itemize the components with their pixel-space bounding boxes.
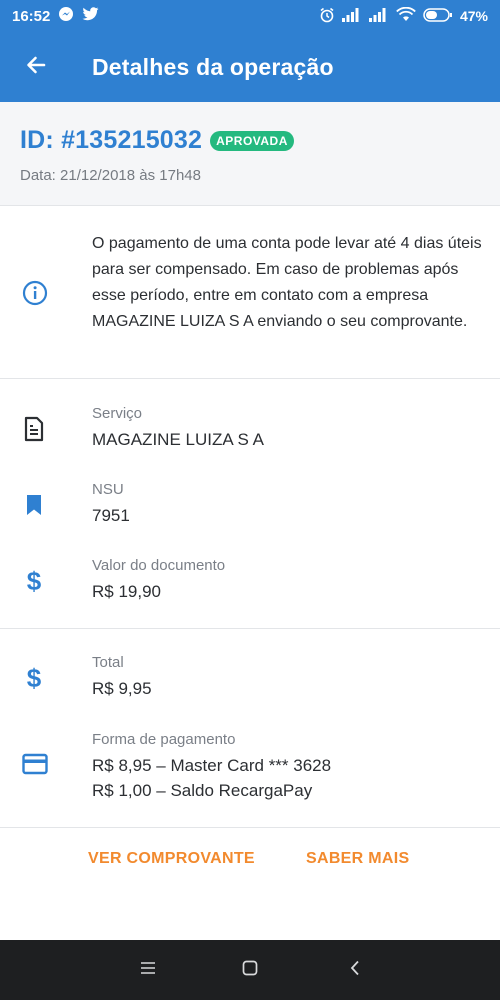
signal-icon [341,7,362,25]
messenger-icon [58,6,74,26]
id-row: ID: #135215032 APROVADA [20,126,480,155]
status-bar: 16:52 47% [0,0,500,32]
payment-line-2: R$ 1,00 – Saldo RecargaPay [92,781,313,800]
arrow-left-icon [24,53,48,82]
svg-text:$: $ [27,664,42,692]
square-icon [242,960,258,981]
divider [0,628,500,629]
menu-button[interactable] [136,958,160,982]
page-title: Detalhes da operação [92,53,334,80]
receipt-icon [22,416,46,447]
document-value: R$ 19,90 [92,582,161,601]
payment-label: Forma de pagamento [92,731,236,748]
system-nav-bar [0,940,500,1000]
status-right: 47% [319,6,488,26]
info-notice: O pagamento de uma conta pode levar até … [0,206,500,379]
dollar-icon: $ [24,663,44,697]
operation-header: ID: #135215032 APROVADA Data: 21/12/2018… [0,102,500,206]
service-label: Serviço [92,405,143,422]
menu-icon [140,961,156,980]
home-button[interactable] [238,958,262,982]
dollar-icon: $ [24,566,44,600]
battery-percent: 47% [459,8,488,24]
alarm-icon [319,7,335,26]
app-bar: Detalhes da operação [0,32,500,102]
payment-line-1: R$ 8,95 – Master Card *** 3628 [92,756,332,775]
battery-icon [423,7,453,25]
info-icon [22,280,48,311]
system-back-button[interactable] [343,958,367,982]
total-value: R$ 9,95 [92,679,152,698]
document-value-label: Valor do documento [92,557,226,574]
nsu-value: 7951 [92,506,130,525]
credit-card-icon [22,753,48,780]
bookmark-icon [22,493,46,522]
service-value: MAGAZINE LUIZA S A [92,430,264,449]
twitter-icon [82,7,99,25]
operation-date: Data: 21/12/2018 às 17h48 [20,167,201,184]
view-receipt-button[interactable]: VER COMPROVANTE [88,850,255,868]
svg-text:$: $ [27,567,42,595]
signal-icon [368,7,389,25]
wifi-icon [396,6,416,25]
back-button[interactable] [0,32,72,102]
learn-more-button[interactable]: SABER MAIS [306,850,409,868]
divider [0,827,500,828]
status-time: 16:52 [12,7,51,25]
actions: VER COMPROVANTE SABER MAIS [0,830,500,892]
operation-id: ID: #135215032 [20,126,203,154]
status-left: 16:52 [12,6,99,26]
total-label: Total [92,654,124,671]
chevron-left-icon [349,960,361,981]
status-badge: APROVADA [210,130,294,151]
info-text: O pagamento de uma conta pode levar até … [92,235,482,330]
nsu-label: NSU [92,481,124,498]
